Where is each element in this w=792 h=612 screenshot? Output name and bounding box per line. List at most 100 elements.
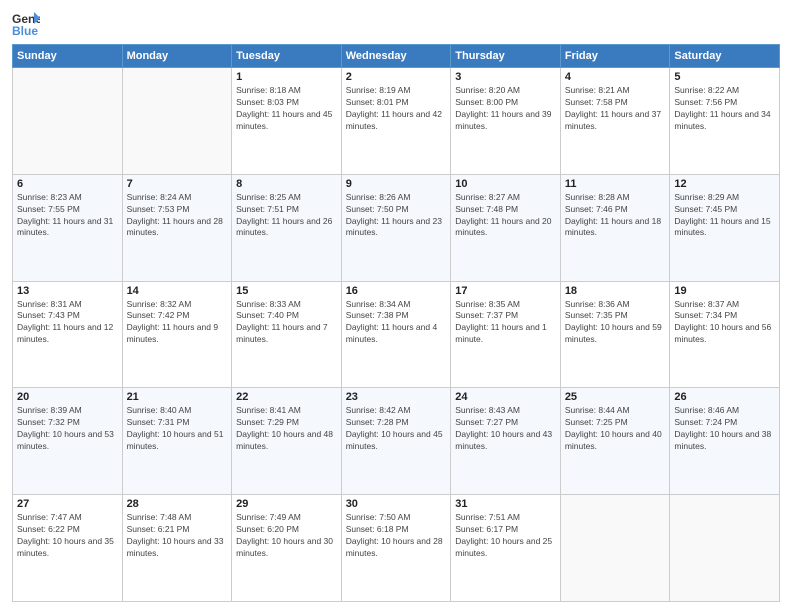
week-row-1: 1 Sunrise: 8:18 AMSunset: 8:03 PMDaylight…: [13, 68, 780, 175]
day-info: Sunrise: 8:37 AMSunset: 7:34 PMDaylight:…: [674, 299, 775, 347]
day-cell: [13, 68, 123, 175]
svg-text:Blue: Blue: [12, 24, 38, 38]
day-number: 9: [346, 178, 447, 190]
day-info: Sunrise: 8:32 AMSunset: 7:42 PMDaylight:…: [127, 299, 228, 347]
day-cell: 17 Sunrise: 8:35 AMSunset: 7:37 PMDayligh…: [451, 281, 561, 388]
day-cell: 24Sunrise: 8:43 AMSunset: 7:27 PMDayligh…: [451, 388, 561, 495]
day-info: Sunrise: 8:23 AMSunset: 7:55 PMDaylight:…: [17, 192, 118, 240]
dow-header-thursday: Thursday: [451, 45, 561, 68]
day-cell: 18Sunrise: 8:36 AMSunset: 7:35 PMDayligh…: [560, 281, 670, 388]
day-cell: [122, 68, 232, 175]
day-cell: 28Sunrise: 7:48 AMSunset: 6:21 PMDayligh…: [122, 495, 232, 602]
day-info: Sunrise: 7:47 AMSunset: 6:22 PMDaylight:…: [17, 512, 118, 560]
dow-header-sunday: Sunday: [13, 45, 123, 68]
day-cell: 7 Sunrise: 8:24 AMSunset: 7:53 PMDaylight…: [122, 174, 232, 281]
day-info: Sunrise: 7:49 AMSunset: 6:20 PMDaylight:…: [236, 512, 337, 560]
day-number: 13: [17, 285, 118, 297]
day-number: 25: [565, 391, 666, 403]
day-number: 29: [236, 498, 337, 510]
day-info: Sunrise: 8:26 AMSunset: 7:50 PMDaylight:…: [346, 192, 447, 240]
dow-header-tuesday: Tuesday: [232, 45, 342, 68]
dow-header-saturday: Saturday: [670, 45, 780, 68]
day-cell: 14 Sunrise: 8:32 AMSunset: 7:42 PMDayligh…: [122, 281, 232, 388]
day-info: Sunrise: 8:28 AMSunset: 7:46 PMDaylight:…: [565, 192, 666, 240]
day-cell: [670, 495, 780, 602]
day-number: 12: [674, 178, 775, 190]
day-info: Sunrise: 8:44 AMSunset: 7:25 PMDaylight:…: [565, 405, 666, 453]
day-info: Sunrise: 8:36 AMSunset: 7:35 PMDaylight:…: [565, 299, 666, 347]
day-number: 7: [127, 178, 228, 190]
day-number: 8: [236, 178, 337, 190]
day-number: 31: [455, 498, 556, 510]
day-number: 4: [565, 71, 666, 83]
day-cell: 10Sunrise: 8:27 AMSunset: 7:48 PMDayligh…: [451, 174, 561, 281]
day-cell: 26 Sunrise: 8:46 AMSunset: 7:24 PMDayligh…: [670, 388, 780, 495]
day-info: Sunrise: 8:25 AMSunset: 7:51 PMDaylight:…: [236, 192, 337, 240]
page-header: General Blue: [12, 10, 780, 38]
day-info: Sunrise: 8:35 AMSunset: 7:37 PMDaylight:…: [455, 299, 556, 347]
day-cell: 22 Sunrise: 8:41 AMSunset: 7:29 PMDayligh…: [232, 388, 342, 495]
day-cell: 8 Sunrise: 8:25 AMSunset: 7:51 PMDaylight…: [232, 174, 342, 281]
day-cell: 11 Sunrise: 8:28 AMSunset: 7:46 PMDayligh…: [560, 174, 670, 281]
day-number: 22: [236, 391, 337, 403]
day-cell: 31Sunrise: 7:51 AMSunset: 6:17 PMDayligh…: [451, 495, 561, 602]
day-number: 14: [127, 285, 228, 297]
day-number: 23: [346, 391, 447, 403]
day-number: 1: [236, 71, 337, 83]
day-cell: 1 Sunrise: 8:18 AMSunset: 8:03 PMDaylight…: [232, 68, 342, 175]
day-number: 19: [674, 285, 775, 297]
days-of-week-row: SundayMondayTuesdayWednesdayThursdayFrid…: [13, 45, 780, 68]
day-cell: 13Sunrise: 8:31 AMSunset: 7:43 PMDayligh…: [13, 281, 123, 388]
day-number: 15: [236, 285, 337, 297]
day-cell: 6Sunrise: 8:23 AMSunset: 7:55 PMDaylight…: [13, 174, 123, 281]
week-row-4: 20 Sunrise: 8:39 AMSunset: 7:32 PMDayligh…: [13, 388, 780, 495]
day-number: 20: [17, 391, 118, 403]
day-cell: [560, 495, 670, 602]
week-row-5: 27 Sunrise: 7:47 AMSunset: 6:22 PMDayligh…: [13, 495, 780, 602]
day-info: Sunrise: 8:42 AMSunset: 7:28 PMDaylight:…: [346, 405, 447, 453]
day-number: 16: [346, 285, 447, 297]
day-number: 26: [674, 391, 775, 403]
day-info: Sunrise: 8:20 AMSunset: 8:00 PMDaylight:…: [455, 85, 556, 133]
day-cell: 3 Sunrise: 8:20 AMSunset: 8:00 PMDaylight…: [451, 68, 561, 175]
dow-header-monday: Monday: [122, 45, 232, 68]
day-info: Sunrise: 8:34 AMSunset: 7:38 PMDaylight:…: [346, 299, 447, 347]
day-info: Sunrise: 8:27 AMSunset: 7:48 PMDaylight:…: [455, 192, 556, 240]
week-row-2: 6Sunrise: 8:23 AMSunset: 7:55 PMDaylight…: [13, 174, 780, 281]
day-cell: 20 Sunrise: 8:39 AMSunset: 7:32 PMDayligh…: [13, 388, 123, 495]
day-info: Sunrise: 7:48 AMSunset: 6:21 PMDaylight:…: [127, 512, 228, 560]
day-info: Sunrise: 8:41 AMSunset: 7:29 PMDaylight:…: [236, 405, 337, 453]
dow-header-friday: Friday: [560, 45, 670, 68]
day-cell: 15 Sunrise: 8:33 AMSunset: 7:40 PMDayligh…: [232, 281, 342, 388]
day-cell: 29 Sunrise: 7:49 AMSunset: 6:20 PMDayligh…: [232, 495, 342, 602]
day-cell: 16 Sunrise: 8:34 AMSunset: 7:38 PMDayligh…: [341, 281, 451, 388]
day-info: Sunrise: 7:50 AMSunset: 6:18 PMDaylight:…: [346, 512, 447, 560]
day-info: Sunrise: 8:40 AMSunset: 7:31 PMDaylight:…: [127, 405, 228, 453]
day-info: Sunrise: 8:18 AMSunset: 8:03 PMDaylight:…: [236, 85, 337, 133]
day-cell: 27 Sunrise: 7:47 AMSunset: 6:22 PMDayligh…: [13, 495, 123, 602]
day-info: Sunrise: 8:29 AMSunset: 7:45 PMDaylight:…: [674, 192, 775, 240]
dow-header-wednesday: Wednesday: [341, 45, 451, 68]
day-number: 5: [674, 71, 775, 83]
day-cell: 4Sunrise: 8:21 AMSunset: 7:58 PMDaylight…: [560, 68, 670, 175]
day-number: 27: [17, 498, 118, 510]
day-info: Sunrise: 8:46 AMSunset: 7:24 PMDaylight:…: [674, 405, 775, 453]
week-row-3: 13Sunrise: 8:31 AMSunset: 7:43 PMDayligh…: [13, 281, 780, 388]
day-info: Sunrise: 8:43 AMSunset: 7:27 PMDaylight:…: [455, 405, 556, 453]
day-info: Sunrise: 8:33 AMSunset: 7:40 PMDaylight:…: [236, 299, 337, 347]
day-info: Sunrise: 8:22 AMSunset: 7:56 PMDaylight:…: [674, 85, 775, 133]
day-cell: 5 Sunrise: 8:22 AMSunset: 7:56 PMDaylight…: [670, 68, 780, 175]
day-cell: 19 Sunrise: 8:37 AMSunset: 7:34 PMDayligh…: [670, 281, 780, 388]
day-number: 11: [565, 178, 666, 190]
day-number: 17: [455, 285, 556, 297]
day-cell: 2Sunrise: 8:19 AMSunset: 8:01 PMDaylight…: [341, 68, 451, 175]
day-info: Sunrise: 8:39 AMSunset: 7:32 PMDaylight:…: [17, 405, 118, 453]
day-cell: 30Sunrise: 7:50 AMSunset: 6:18 PMDayligh…: [341, 495, 451, 602]
day-cell: 21 Sunrise: 8:40 AMSunset: 7:31 PMDayligh…: [122, 388, 232, 495]
day-cell: 23 Sunrise: 8:42 AMSunset: 7:28 PMDayligh…: [341, 388, 451, 495]
day-info: Sunrise: 8:24 AMSunset: 7:53 PMDaylight:…: [127, 192, 228, 240]
calendar-table: SundayMondayTuesdayWednesdayThursdayFrid…: [12, 44, 780, 602]
calendar-body: 1 Sunrise: 8:18 AMSunset: 8:03 PMDaylight…: [13, 68, 780, 602]
day-number: 3: [455, 71, 556, 83]
day-number: 21: [127, 391, 228, 403]
